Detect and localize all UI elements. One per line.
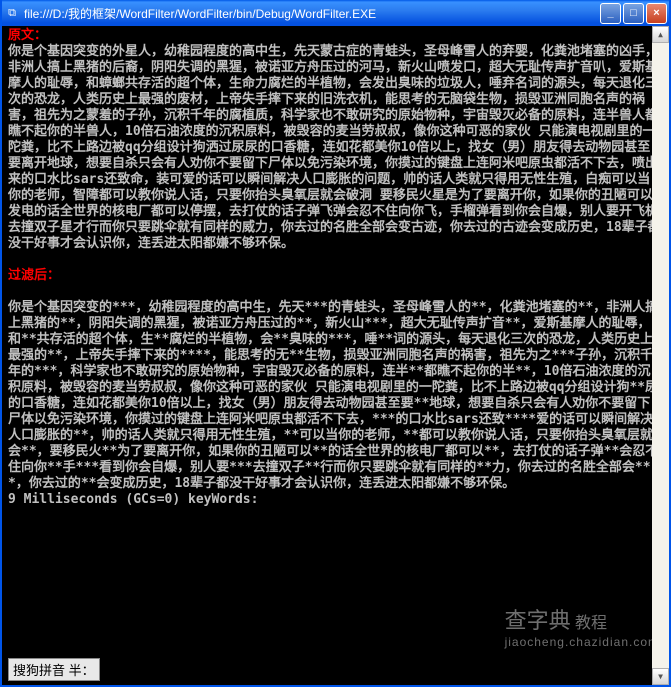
watermark: 查字典 教程 jiaocheng.chazidian.com xyxy=(505,603,659,649)
close-button[interactable]: × xyxy=(646,3,667,24)
scroll-down-button[interactable]: ▼ xyxy=(652,668,669,685)
timing-line: 9 Milliseconds (GCs=0) keyWords: xyxy=(8,492,663,508)
ime-label: 搜狗拼音 半： xyxy=(13,663,95,678)
app-window: ⧉ file:///D:/我的框架/WordFilter/WordFilter/… xyxy=(0,0,671,687)
maximize-button[interactable]: □ xyxy=(623,3,644,24)
window-title: file:///D:/我的框架/WordFilter/WordFilter/bi… xyxy=(24,5,600,22)
titlebar[interactable]: ⧉ file:///D:/我的框架/WordFilter/WordFilter/… xyxy=(2,0,669,26)
window-controls: _ □ × xyxy=(600,3,667,24)
blank-line-1 xyxy=(8,252,663,268)
heading-filtered: 过滤后： xyxy=(8,268,663,284)
filtered-text: 你是个基因突变的***，幼稚园程度的高中生，先天***的青蛙头，圣母峰雪人的**… xyxy=(8,300,663,492)
blank-line-2 xyxy=(8,284,663,300)
minimize-button[interactable]: _ xyxy=(600,3,621,24)
watermark-sub: jiaocheng.chazidian.com xyxy=(505,635,659,649)
vertical-scrollbar[interactable]: ▲ ▼ xyxy=(652,26,669,685)
watermark-main: 查字典 xyxy=(505,608,571,633)
scroll-up-button[interactable]: ▲ xyxy=(652,26,669,43)
heading-original: 原文： xyxy=(8,28,663,44)
original-text: 你是个基因突变的外星人，幼稚园程度的高中生，先天蒙古症的青蛙头，圣母峰雪人的弃婴… xyxy=(8,44,663,252)
console-content[interactable]: 原文： 你是个基因突变的外星人，幼稚园程度的高中生，先天蒙古症的青蛙头，圣母峰雪… xyxy=(2,26,669,685)
ime-status-bar[interactable]: 搜狗拼音 半： xyxy=(8,658,100,681)
app-icon: ⧉ xyxy=(4,5,20,21)
scroll-track[interactable] xyxy=(652,43,669,668)
